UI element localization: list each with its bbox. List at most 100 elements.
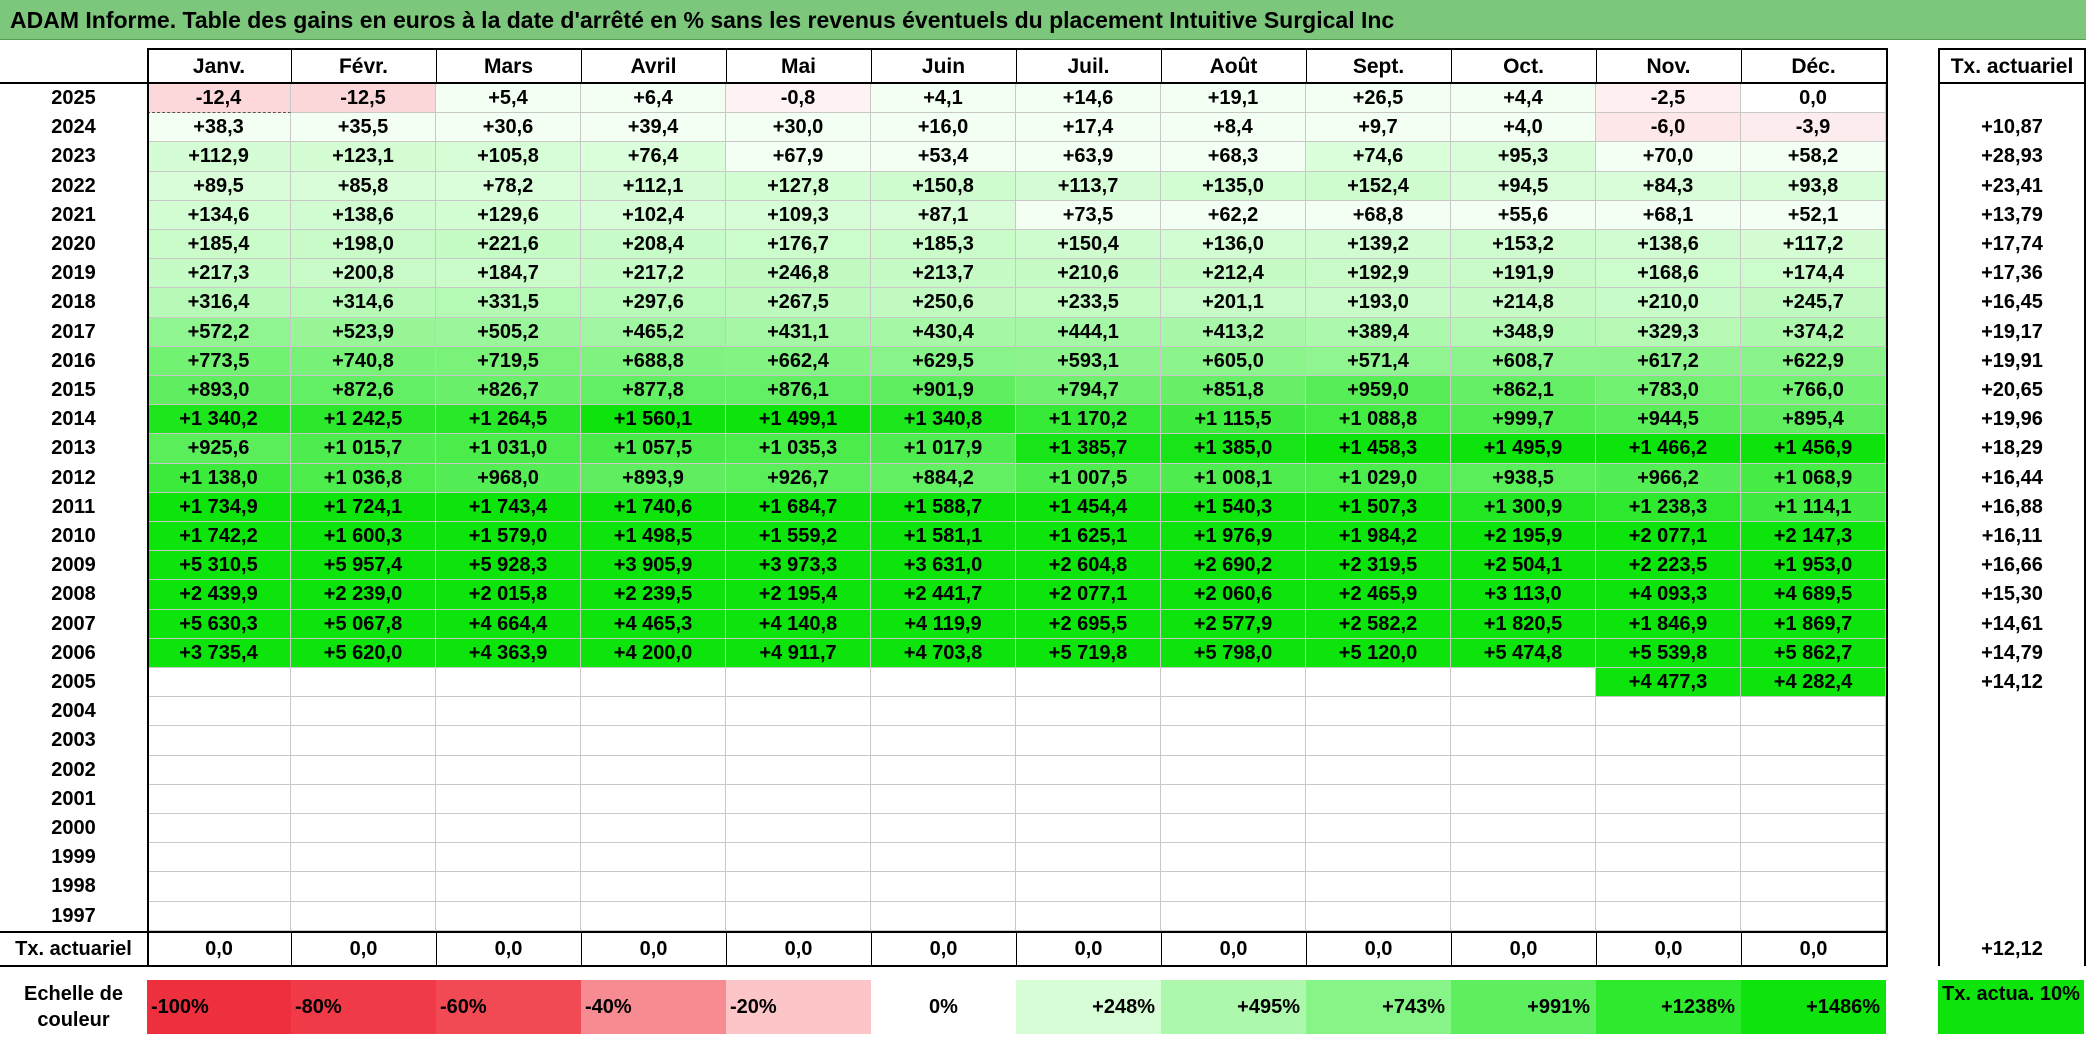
legend-rate-swatch: Tx. actua. 10% [1938,980,2084,1034]
row-rate-value: +17,36 [1981,262,2043,285]
gain-cell [581,843,726,873]
gain-cell: +959,0 [1306,376,1451,406]
gain-cell: +1 385,0 [1161,434,1306,464]
gain-cell [1016,755,1161,785]
gain-cell: +1 115,5 [1161,405,1306,435]
gain-cell: +1 340,2 [147,405,291,435]
month-header: Août [1209,55,1258,78]
gain-cell: +4 465,3 [581,609,726,639]
gain-cell: +1 734,9 [147,492,291,522]
gain-cell: +593,1 [1016,346,1161,376]
gain-cell [436,668,581,698]
year-label: 2014 [51,408,96,431]
year-label: 2013 [51,437,96,460]
gain-cell: +76,4 [581,142,726,172]
gain-cell: +136,0 [1161,230,1306,260]
gain-cell: +2 441,7 [871,580,1016,610]
year-label: 2015 [51,379,96,401]
gain-cell [871,726,1016,756]
month-header: Mai [780,55,816,78]
gain-cell: +895,4 [1741,405,1886,435]
row-rate-value: +14,79 [1981,641,2043,664]
gain-cell [581,726,726,756]
gain-cell [436,755,581,785]
gain-cell: +1 035,3 [726,434,871,464]
gain-cell [1741,901,1886,931]
gain-cell: +884,2 [871,463,1016,493]
gain-cell: +5 620,0 [291,638,436,668]
gain-cell: +212,4 [1161,259,1306,289]
footer-column-separator [581,932,582,966]
gain-cell: +245,7 [1741,288,1886,318]
gain-cell: +3 905,9 [581,551,726,581]
gain-cell: +74,6 [1306,142,1451,172]
month-header: Juil. [1067,55,1110,78]
gain-cell: +4,1 [871,84,1016,114]
footer-rate-cell: 0,0 [349,938,378,960]
gain-cell [581,755,726,785]
gain-cell [1451,668,1596,698]
gain-cell: +150,8 [871,171,1016,201]
gain-cell [1306,726,1451,756]
gain-cell: +944,5 [1596,405,1741,435]
gain-cell [1306,668,1451,698]
gain-cell: -6,0 [1596,113,1741,143]
gain-cell: +2 319,5 [1306,551,1451,581]
gain-cell: +5 957,4 [291,551,436,581]
gain-cell: +4 200,0 [581,638,726,668]
gain-cell: +2 690,2 [1161,551,1306,581]
gain-cell: +2 195,4 [726,580,871,610]
gain-cell [1306,697,1451,727]
gain-cell: +200,8 [291,259,436,289]
gain-cell: +5 928,3 [436,551,581,581]
gain-cell: +1 057,5 [581,434,726,464]
rate-border-left [1938,48,1940,966]
gain-cell: +1 540,3 [1161,492,1306,522]
gain-cell: +862,1 [1451,376,1596,406]
gain-cell: +1 820,5 [1451,609,1596,639]
row-rate-value: +14,61 [1981,612,2043,635]
gain-cell: +968,0 [436,463,581,493]
gain-cell: +740,8 [291,346,436,376]
gain-cell: +2 695,5 [1016,609,1161,639]
gain-cell: +605,0 [1161,346,1306,376]
footer-divider-top [0,931,1888,933]
gain-cell: +139,2 [1306,230,1451,260]
footer-column-separator [1306,932,1307,966]
gain-cell [436,843,581,873]
gain-cell: +30,0 [726,113,871,143]
gain-cell: +348,9 [1451,317,1596,347]
gain-cell: +2 577,9 [1161,609,1306,639]
gain-cell: +102,4 [581,200,726,230]
year-label: 2008 [51,583,96,606]
gain-cell [1306,755,1451,785]
footer-overall-rate: +12,12 [1981,938,2043,960]
gain-cell [581,668,726,698]
gain-cell: +5 630,3 [147,609,291,639]
gain-cell: +192,9 [1306,259,1451,289]
gain-cell: +794,7 [1016,376,1161,406]
gain-cell: +1 560,1 [581,405,726,435]
gain-cell [147,697,291,727]
gain-cell: +184,7 [436,259,581,289]
gain-cell: +1 466,2 [1596,434,1741,464]
gain-cell: +5 310,5 [147,551,291,581]
gain-cell: +84,3 [1596,171,1741,201]
gain-cell [1016,814,1161,844]
gain-cell: +4 140,8 [726,609,871,639]
gain-cell [1451,755,1596,785]
gain-cell: +38,3 [147,113,291,143]
month-header: Mars [483,55,534,78]
gain-cell: +617,2 [1596,346,1741,376]
gain-cell: +201,1 [1161,288,1306,318]
gain-cell: +1 385,7 [1016,434,1161,464]
gain-cell: +95,3 [1451,142,1596,172]
gain-cell: +893,0 [147,376,291,406]
gain-cell: +1 846,9 [1596,609,1741,639]
gain-cell [581,901,726,931]
gain-cell: +221,6 [436,230,581,260]
gain-cell [1596,901,1741,931]
header-column-separator [581,48,582,84]
gain-cell: +1 507,3 [1306,492,1451,522]
footer-rate-cell: 0,0 [1219,938,1248,960]
